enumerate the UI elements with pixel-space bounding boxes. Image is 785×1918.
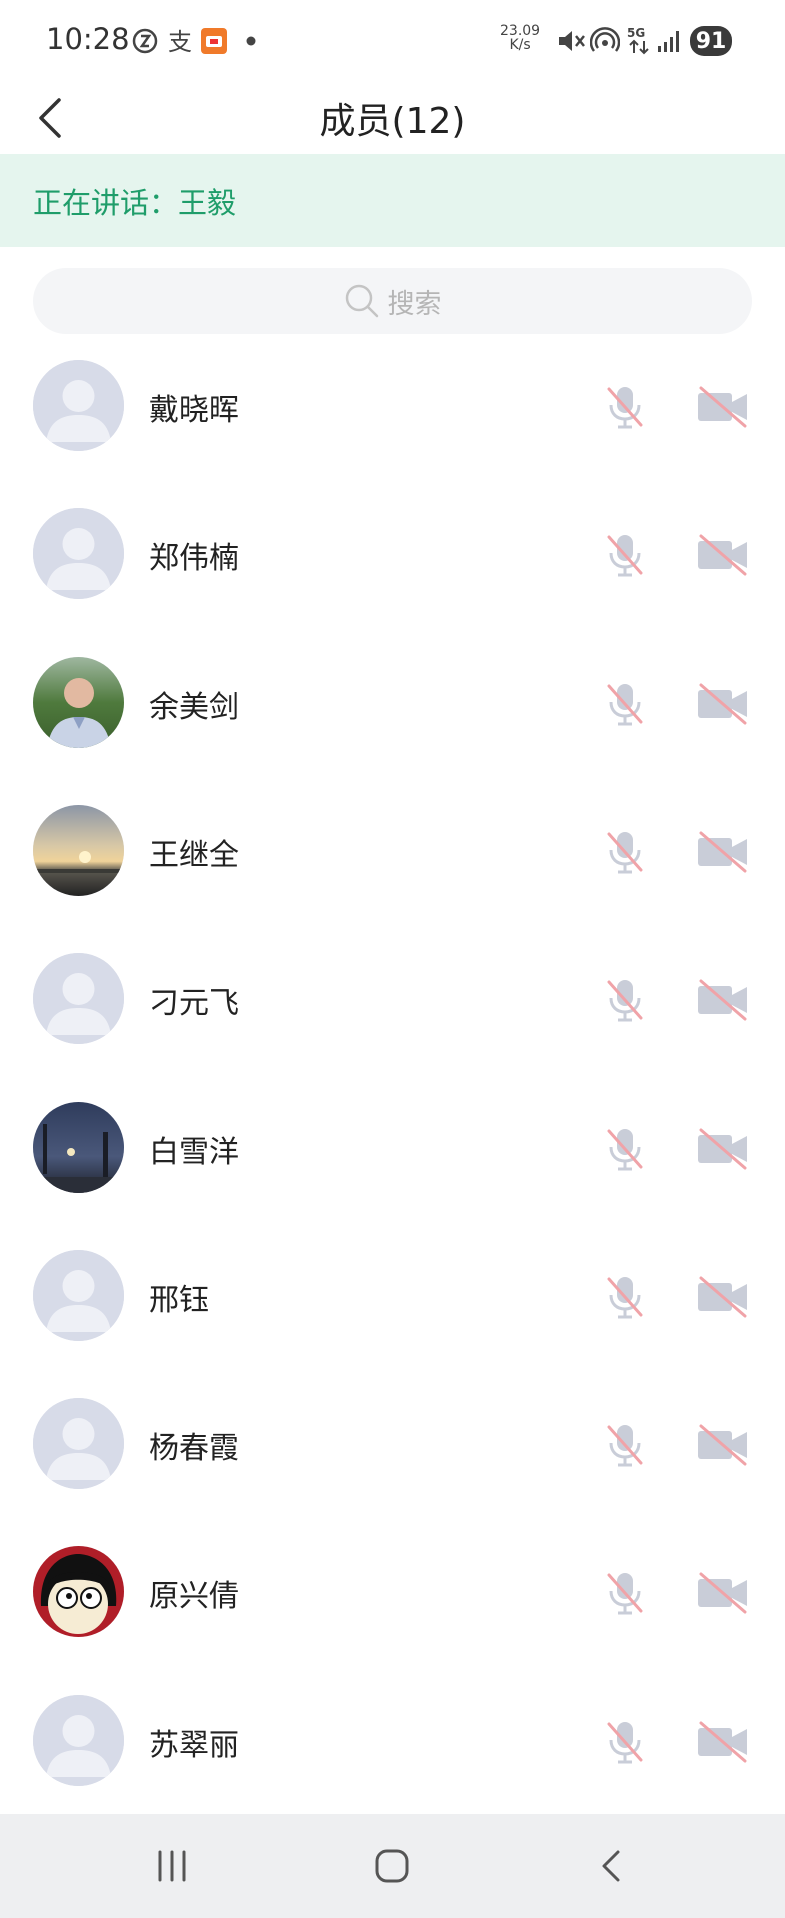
avatar bbox=[33, 360, 124, 451]
member-row[interactable]: 苏翠丽 bbox=[0, 1680, 785, 1828]
network-label: 5G bbox=[627, 26, 645, 40]
recent-apps-icon bbox=[158, 1850, 186, 1882]
mic-muted-icon[interactable] bbox=[600, 827, 650, 877]
avatar bbox=[33, 1101, 124, 1193]
camera-off-icon[interactable] bbox=[695, 679, 751, 729]
speaking-banner: 正在讲话： 王毅 bbox=[0, 154, 785, 247]
alipay-icon: 支 bbox=[166, 24, 194, 58]
avatar bbox=[33, 804, 124, 896]
camera-off-icon[interactable] bbox=[695, 1717, 751, 1767]
camera-off-icon[interactable] bbox=[695, 1568, 751, 1618]
camera-off-icon[interactable] bbox=[695, 530, 751, 580]
member-row[interactable]: 原兴倩 bbox=[0, 1531, 785, 1679]
shopping-app-icon bbox=[200, 24, 228, 58]
search-input[interactable]: 搜索 bbox=[33, 268, 752, 334]
avatar bbox=[33, 953, 124, 1045]
top-bar: 成员(12) bbox=[0, 82, 785, 154]
member-name: 余美剑 bbox=[149, 689, 239, 725]
member-row[interactable]: 戴晓晖 bbox=[0, 345, 785, 493]
avatar bbox=[33, 1398, 124, 1490]
nav-back-button[interactable] bbox=[572, 1836, 652, 1896]
member-name: 杨春霞 bbox=[149, 1431, 239, 1467]
net-speed: 23.09 K/s bbox=[500, 23, 541, 53]
network-type-icon: 5G bbox=[626, 24, 652, 58]
member-name: 戴晓晖 bbox=[149, 393, 239, 428]
member-name: 王继全 bbox=[149, 837, 239, 873]
speaking-label: 正在讲话： bbox=[33, 185, 179, 220]
app-notification-icon bbox=[132, 24, 158, 58]
member-name: 苏翠丽 bbox=[149, 1727, 239, 1763]
mic-muted-icon[interactable] bbox=[600, 1124, 650, 1174]
avatar bbox=[33, 1249, 124, 1341]
mic-muted-icon[interactable] bbox=[600, 530, 650, 580]
member-name: 原兴倩 bbox=[149, 1579, 239, 1615]
mic-muted-icon[interactable] bbox=[600, 1272, 650, 1322]
camera-off-icon[interactable] bbox=[695, 382, 751, 432]
search-placeholder: 搜索 bbox=[387, 288, 442, 320]
mic-muted-icon[interactable] bbox=[600, 1568, 650, 1618]
status-bar: 10:28 支 23.09 K/s 5G 91 bbox=[0, 0, 785, 82]
nav-back-icon bbox=[602, 1850, 620, 1882]
member-name: 白雪洋 bbox=[149, 1134, 239, 1170]
camera-off-icon[interactable] bbox=[695, 1124, 751, 1174]
member-row[interactable]: 邢钰 bbox=[0, 1235, 785, 1383]
avatar bbox=[33, 508, 124, 600]
search-icon bbox=[345, 284, 378, 318]
member-name: 刁元飞 bbox=[149, 986, 239, 1022]
more-notifications-dot-icon bbox=[245, 24, 257, 58]
mic-muted-icon[interactable] bbox=[600, 679, 650, 729]
member-row[interactable]: 郑伟楠 bbox=[0, 493, 785, 641]
camera-off-icon[interactable] bbox=[695, 1272, 751, 1322]
member-row[interactable]: 杨春霞 bbox=[0, 1383, 785, 1531]
member-name: 邢钰 bbox=[149, 1282, 209, 1318]
mic-muted-icon[interactable] bbox=[600, 1717, 650, 1767]
camera-off-icon[interactable] bbox=[695, 827, 751, 877]
member-row[interactable]: 王继全 bbox=[0, 790, 785, 938]
system-nav-bar bbox=[0, 1814, 785, 1918]
member-name: 郑伟楠 bbox=[149, 541, 239, 577]
battery-indicator: 91 bbox=[690, 26, 732, 56]
speaking-name: 王毅 bbox=[178, 185, 237, 220]
avatar bbox=[33, 1694, 124, 1786]
signal-icon bbox=[656, 24, 682, 58]
recent-apps-button[interactable] bbox=[132, 1836, 212, 1896]
mute-icon bbox=[556, 24, 586, 58]
hotspot-icon bbox=[590, 24, 620, 58]
home-button[interactable] bbox=[352, 1836, 432, 1896]
member-row[interactable]: 余美剑 bbox=[0, 642, 785, 790]
mic-muted-icon[interactable] bbox=[600, 382, 650, 432]
camera-off-icon[interactable] bbox=[695, 1420, 751, 1470]
status-time: 10:28 bbox=[46, 22, 130, 56]
mic-muted-icon[interactable] bbox=[600, 975, 650, 1025]
member-row[interactable]: 白雪洋 bbox=[0, 1087, 785, 1235]
avatar bbox=[33, 1546, 124, 1638]
member-row[interactable]: 刁元飞 bbox=[0, 938, 785, 1086]
mic-muted-icon[interactable] bbox=[600, 1420, 650, 1470]
avatar bbox=[33, 656, 124, 748]
camera-off-icon[interactable] bbox=[695, 975, 751, 1025]
page-title: 成员(12) bbox=[319, 101, 466, 142]
home-icon bbox=[375, 1849, 409, 1883]
svg-text:支: 支 bbox=[168, 28, 192, 55]
